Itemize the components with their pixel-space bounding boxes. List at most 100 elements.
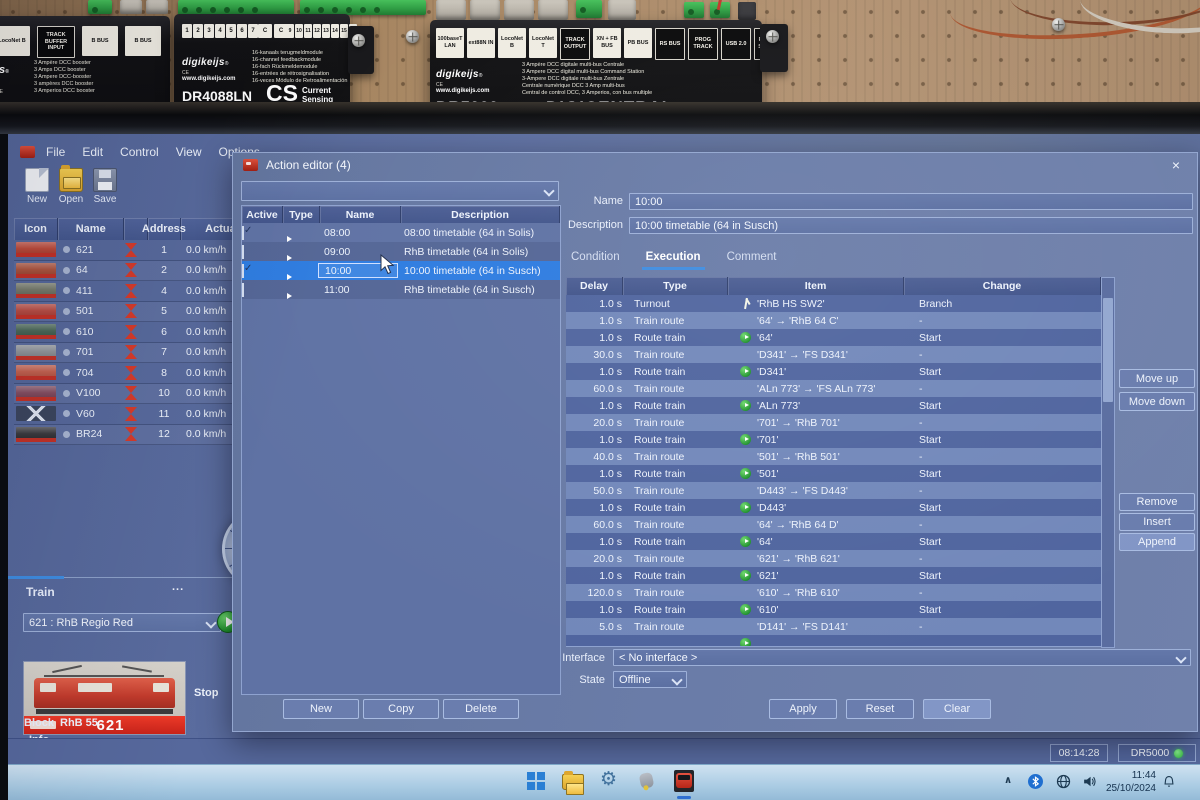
toolbar: New Open Save bbox=[22, 168, 120, 205]
dialog-tab[interactable]: Comment bbox=[727, 251, 777, 267]
utility-app-button[interactable] bbox=[640, 773, 653, 788]
active-checkbox[interactable] bbox=[242, 245, 244, 259]
exec-item: 'D341' bbox=[757, 366, 786, 378]
menu-item[interactable]: Edit bbox=[82, 145, 103, 159]
taskbar-clock[interactable]: 11:44 25/10/2024 bbox=[1106, 769, 1156, 795]
scrollbar-thumb[interactable] bbox=[1103, 298, 1113, 402]
exec-type: Train route bbox=[628, 621, 738, 633]
dialog-title-bar[interactable]: Action editor (4) bbox=[233, 153, 1197, 177]
action-row[interactable]: 08:00 08:00 timetable (64 in Solis) bbox=[242, 223, 560, 242]
loco-table-row[interactable]: 501 5 0.0 km/h bbox=[14, 302, 264, 323]
edit-button[interactable]: Append bbox=[1119, 533, 1195, 551]
train-selector[interactable]: 621 : RhB Regio Red bbox=[23, 613, 221, 632]
move-button[interactable]: Move up bbox=[1119, 369, 1195, 388]
execution-row[interactable]: 1.0 s Route train '701' Start bbox=[566, 431, 1101, 448]
execution-row[interactable]: 40.0 s Train route '501' → 'RhB 501' - bbox=[566, 448, 1101, 465]
active-checkbox[interactable] bbox=[242, 226, 244, 240]
execution-row[interactable]: 1.0 s Route train '501' Start bbox=[566, 465, 1101, 482]
execution-row[interactable]: 1.0 s Route train '610' Start bbox=[566, 601, 1101, 618]
dialog-tab[interactable]: Execution bbox=[646, 251, 701, 267]
execution-row[interactable]: 50.0 s Train route 'D443' → 'FS D443' - bbox=[566, 482, 1101, 499]
loco-table-row[interactable]: V60 11 0.0 km/h bbox=[14, 404, 264, 425]
loco-table-row[interactable]: V100 10 0.0 km/h bbox=[14, 384, 264, 405]
execution-row[interactable]: 1.0 s Route train '621' Start bbox=[566, 567, 1101, 584]
exec-item: 'D443' → 'FS D443' bbox=[757, 485, 848, 497]
execution-row[interactable]: 60.0 s Train route 'ALn 773' → 'FS ALn 7… bbox=[566, 380, 1101, 397]
footer-button[interactable]: Reset bbox=[846, 699, 914, 719]
state-dropdown[interactable]: Offline bbox=[613, 671, 687, 688]
execution-row[interactable]: 1.0 s Route train 'D443' Start bbox=[566, 499, 1101, 516]
execution-row[interactable]: 30.0 s Train route 'D341' → 'FS D341' - bbox=[566, 346, 1101, 363]
notification-bell-icon[interactable] bbox=[1162, 775, 1176, 794]
train-app-button[interactable] bbox=[674, 770, 694, 792]
loco-thumbnail bbox=[16, 386, 56, 401]
loco-thumbnail bbox=[16, 263, 56, 278]
execution-row[interactable]: 1.0 s Route train '64' Start bbox=[566, 533, 1101, 550]
list-button[interactable]: Delete bbox=[443, 699, 519, 719]
action-row[interactable]: 11:00 RhB timetable (64 in Susch) bbox=[242, 280, 560, 299]
description-input[interactable]: 10:00 timetable (64 in Susch) bbox=[629, 217, 1193, 234]
hidden-icons-chevron[interactable]: ∧ bbox=[1004, 775, 1012, 786]
edit-button[interactable]: Insert bbox=[1119, 513, 1195, 531]
toolbar-label: Open bbox=[56, 194, 86, 205]
edit-button[interactable]: Remove bbox=[1119, 493, 1195, 511]
execution-row[interactable]: 1.0 s Route train 'ALn 773' Start bbox=[566, 397, 1101, 414]
action-filter-dropdown[interactable] bbox=[241, 181, 559, 201]
execution-row[interactable]: 120.0 s Train route '610' → 'RhB 610' - bbox=[566, 584, 1101, 601]
execution-row[interactable]: 1.0 s Turnout 'RhB HS SW2' Branch bbox=[566, 295, 1101, 312]
execution-row[interactable]: 20.0 s Train route '621' → 'RhB 621' - bbox=[566, 550, 1101, 567]
loco-table-row[interactable]: 704 8 0.0 km/h bbox=[14, 363, 264, 384]
loco-table-row[interactable]: BR24 12 0.0 km/h bbox=[14, 425, 264, 446]
menu-item[interactable]: Control bbox=[120, 145, 159, 159]
name-input[interactable]: 10:00 bbox=[629, 193, 1193, 210]
action-list-body: 08:00 08:00 timetable (64 in Solis) 09:0… bbox=[242, 223, 560, 299]
execution-row[interactable]: 1.0 s Train route '64' → 'RhB 64 C' - bbox=[566, 312, 1101, 329]
interface-dropdown[interactable]: < No interface > bbox=[613, 649, 1191, 666]
exec-scrollbar[interactable] bbox=[1101, 277, 1115, 648]
loco-table-row[interactable]: 701 7 0.0 km/h bbox=[14, 343, 264, 364]
execution-row[interactable]: 20.0 s Train route '701' → 'RhB 701' - bbox=[566, 414, 1101, 431]
loco-table-row[interactable]: 610 6 0.0 km/h bbox=[14, 322, 264, 343]
exec-type: Train route bbox=[628, 553, 738, 565]
header-change: Change bbox=[904, 277, 1101, 295]
loco-table-row[interactable]: 621 1 0.0 km/h bbox=[14, 240, 264, 261]
execution-row[interactable]: 1.0 s Route train '64' Start bbox=[566, 329, 1101, 346]
active-checkbox[interactable] bbox=[242, 264, 244, 278]
bluetooth-icon[interactable] bbox=[1028, 774, 1043, 794]
exec-type: Train route bbox=[628, 383, 738, 395]
exec-change: Start bbox=[913, 536, 1101, 548]
open-button[interactable]: Open bbox=[56, 168, 86, 205]
action-row[interactable]: 09:00 RhB timetable (64 in Solis) bbox=[242, 242, 560, 261]
panel-menu-dots[interactable]: ... bbox=[172, 581, 184, 593]
execution-row[interactable]: 1.0 s Route train 'D341' Start bbox=[566, 363, 1101, 380]
settings-button[interactable]: ⚙ bbox=[600, 770, 617, 790]
loco-table-row[interactable]: 64 2 0.0 km/h bbox=[14, 261, 264, 282]
execution-row[interactable]: 60.0 s Train route '64' → 'RhB 64 D' - bbox=[566, 516, 1101, 533]
loco-speed: 0.0 km/h bbox=[180, 305, 226, 317]
monitor-screen: FileEditControlViewOptions New Open Save… bbox=[8, 134, 1200, 800]
file-explorer-button[interactable] bbox=[562, 774, 584, 790]
exec-change: Start bbox=[913, 570, 1101, 582]
list-button[interactable]: New bbox=[283, 699, 359, 719]
list-button[interactable]: Copy bbox=[363, 699, 439, 719]
volume-icon[interactable] bbox=[1082, 774, 1097, 794]
menu-item[interactable]: View bbox=[176, 145, 202, 159]
execution-row[interactable]: 5.0 s Train route 'D141' → 'FS D141' - bbox=[566, 618, 1101, 635]
menu-item[interactable]: File bbox=[46, 145, 65, 159]
active-checkbox[interactable] bbox=[242, 283, 244, 297]
start-button[interactable] bbox=[527, 772, 545, 790]
network-globe-icon[interactable] bbox=[1056, 774, 1071, 794]
move-button[interactable]: Move down bbox=[1119, 392, 1195, 411]
footer-button[interactable]: Apply bbox=[769, 699, 837, 719]
footer-button[interactable]: Clear bbox=[923, 699, 991, 719]
action-row[interactable]: 10:00 10:00 timetable (64 in Susch) bbox=[242, 261, 560, 280]
save-button[interactable]: Save bbox=[90, 168, 120, 205]
loco-table-row[interactable]: 411 4 0.0 km/h bbox=[14, 281, 264, 302]
close-icon[interactable]: × bbox=[1167, 156, 1185, 174]
new-button[interactable]: New bbox=[22, 168, 52, 205]
dialog-tab[interactable]: Condition bbox=[571, 251, 620, 267]
terminal-numbers: 12345678 bbox=[182, 24, 269, 38]
execution-row[interactable] bbox=[566, 635, 1101, 647]
panel-accent bbox=[8, 576, 64, 579]
exec-type: Train route bbox=[628, 451, 738, 463]
